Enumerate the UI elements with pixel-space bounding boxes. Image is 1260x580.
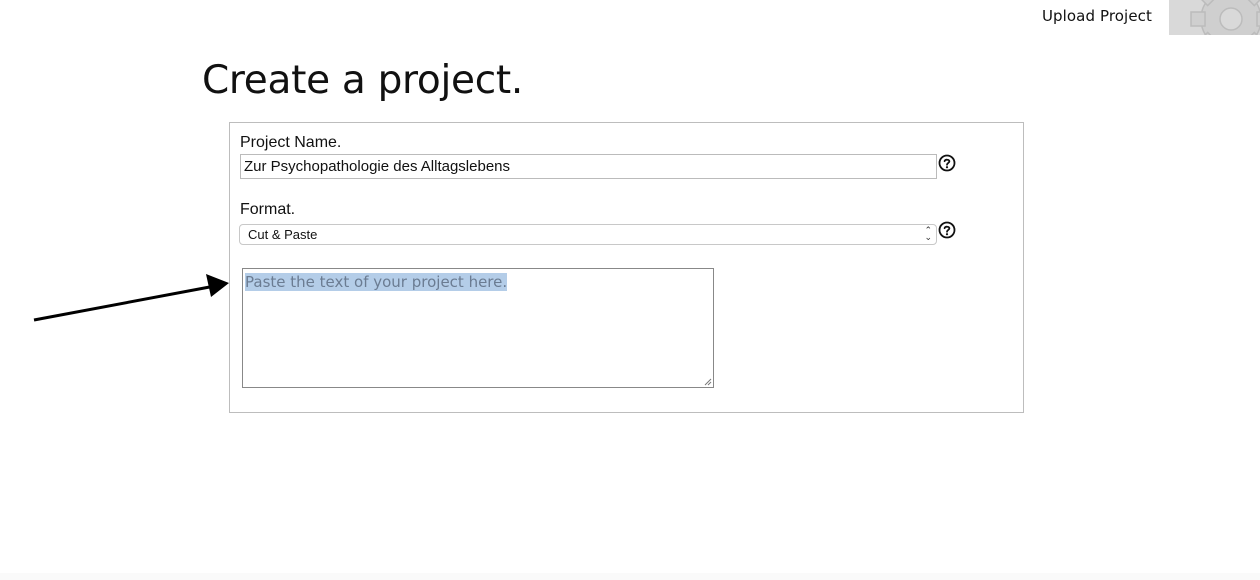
format-label: Format. xyxy=(240,201,296,218)
project-form: Project Name. Format. Cut & Paste ⌃⌄ Pas… xyxy=(229,122,1024,413)
select-chevrons-icon: ⌃ ⌄ xyxy=(924,225,932,242)
text-area-placeholder: Paste the text of your project here. xyxy=(245,273,508,291)
format-help-icon[interactable] xyxy=(938,221,956,239)
project-text-area[interactable]: Paste the text of your project here. xyxy=(242,268,714,388)
resize-handle-icon[interactable] xyxy=(704,378,712,386)
pointer-arrow-icon xyxy=(33,274,229,322)
upload-project-link[interactable]: Upload Project xyxy=(1042,7,1152,25)
page: Upload Project Create a project. Project… xyxy=(0,0,1260,580)
project-name-help-icon[interactable] xyxy=(938,154,956,172)
gear-icon xyxy=(1190,0,1260,35)
project-name-input[interactable] xyxy=(240,154,937,179)
format-select[interactable]: Cut & Paste ⌃ ⌄ xyxy=(239,224,937,245)
top-bar: Upload Project xyxy=(1042,0,1260,35)
settings-button[interactable] xyxy=(1169,0,1260,35)
page-title: Create a project. xyxy=(202,58,523,103)
bottom-strip xyxy=(0,573,1260,580)
format-selected-value: Cut & Paste xyxy=(248,227,318,242)
project-name-label: Project Name. xyxy=(240,134,342,151)
